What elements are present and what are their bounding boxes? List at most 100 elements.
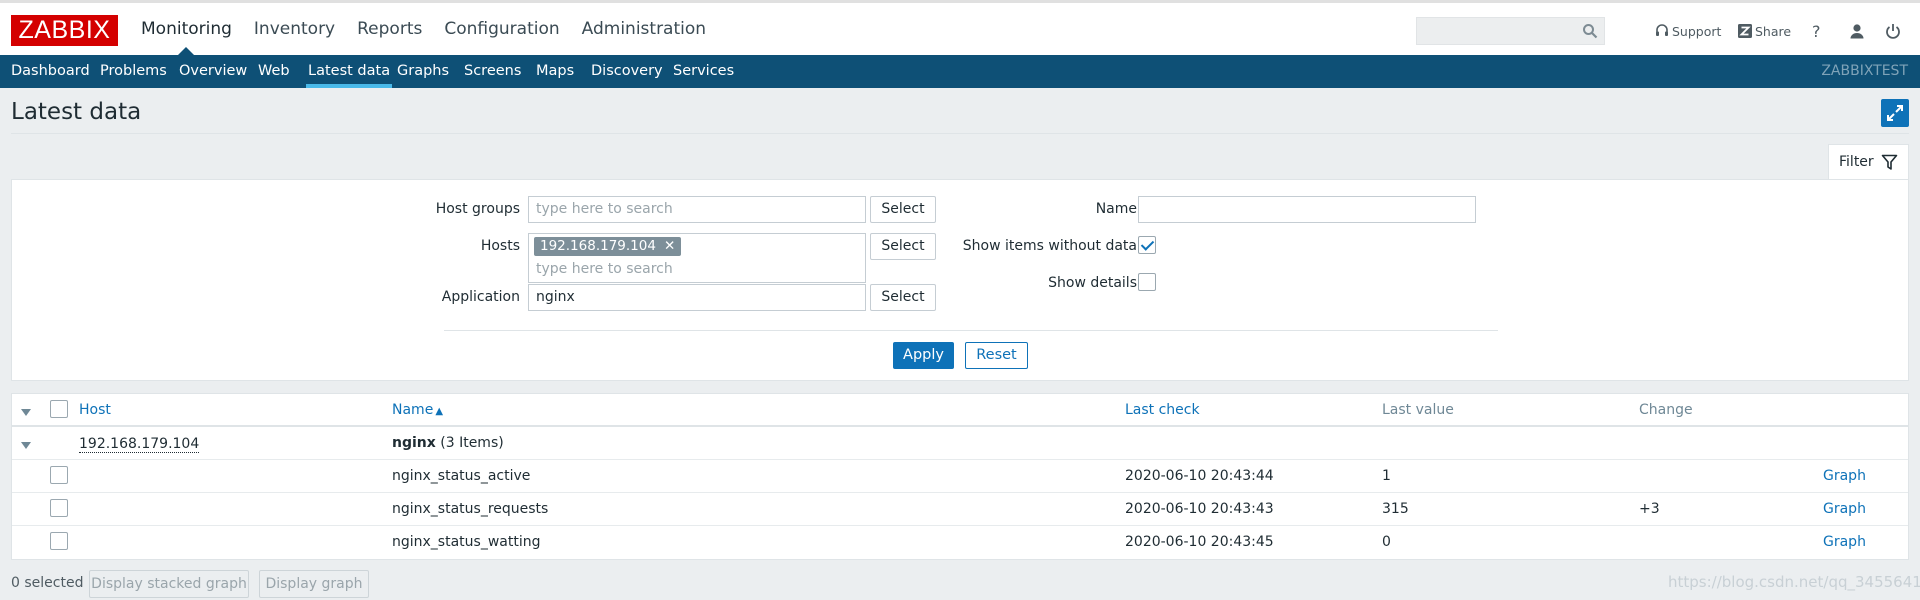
graph-link[interactable]: Graph xyxy=(1823,460,1866,493)
column-change: Change xyxy=(1639,402,1693,418)
row-checkbox[interactable] xyxy=(50,532,68,550)
table-row: nginx_status_watting 2020-06-10 20:43:45… xyxy=(12,526,1908,559)
apply-button[interactable]: Apply xyxy=(893,342,954,369)
graph-link[interactable]: Graph xyxy=(1823,526,1866,559)
collapse-group-icon[interactable] xyxy=(21,442,31,449)
application-item-count: (3 Items) xyxy=(440,435,504,451)
table-header: Host Name ▲ Last check Last value Change xyxy=(12,394,1908,427)
reset-button[interactable]: Reset xyxy=(965,342,1028,369)
host-tag: 192.168.179.104 ✕ xyxy=(534,237,682,256)
subnav-services[interactable]: Services xyxy=(673,55,734,88)
nav-reports[interactable]: Reports xyxy=(346,3,433,55)
zabbix-logo[interactable]: ZABBIX xyxy=(11,15,118,46)
subnav-problems[interactable]: Problems xyxy=(100,55,167,88)
host-groups-input[interactable]: type here to search xyxy=(528,196,866,223)
nav-monitoring[interactable]: Monitoring xyxy=(130,3,243,55)
host-groups-select-button[interactable]: Select xyxy=(870,196,936,223)
host-link[interactable]: 192.168.179.104 xyxy=(79,436,200,453)
server-name: ZABBIXTEST xyxy=(1821,63,1908,79)
show-items-without-data-checkbox[interactable] xyxy=(1138,236,1156,254)
host-groups-label: Host groups xyxy=(435,201,520,217)
row-checkbox[interactable] xyxy=(50,499,68,517)
application-select-button[interactable]: Select xyxy=(870,284,936,311)
nav-inventory[interactable]: Inventory xyxy=(243,3,346,55)
expand-icon xyxy=(1887,105,1903,121)
display-graph-button[interactable]: Display graph xyxy=(259,570,369,598)
column-last-value: Last value xyxy=(1382,402,1454,418)
signout-power-icon[interactable] xyxy=(1885,16,1901,46)
hosts-placeholder: type here to search xyxy=(536,261,673,277)
column-name-label: Name xyxy=(392,402,434,418)
column-name[interactable]: Name ▲ xyxy=(392,394,443,428)
column-host[interactable]: Host xyxy=(79,394,111,427)
name-label: Name xyxy=(1095,201,1137,217)
show-details-checkbox[interactable] xyxy=(1138,273,1156,291)
subnav-web[interactable]: Web xyxy=(258,55,290,88)
nav-administration[interactable]: Administration xyxy=(571,3,717,55)
table-row: nginx_status_requests 2020-06-10 20:43:4… xyxy=(12,493,1908,526)
select-all-checkbox[interactable] xyxy=(50,400,68,418)
name-input[interactable] xyxy=(1138,196,1476,223)
host-group-row: 192.168.179.104 nginx (3 Items) xyxy=(12,427,1908,460)
filter-tab-label: Filter xyxy=(1839,154,1874,170)
top-header: ZABBIX Monitoring Inventory Reports Conf… xyxy=(0,0,1920,55)
fullscreen-button[interactable] xyxy=(1881,99,1909,127)
main-nav: Monitoring Inventory Reports Configurati… xyxy=(130,3,717,55)
hosts-label: Hosts xyxy=(480,238,520,254)
table-row: nginx_status_active 2020-06-10 20:43:44 … xyxy=(12,460,1908,493)
watermark-text: https://blog.csdn.net/qq_34556414 xyxy=(1668,573,1920,591)
application-input[interactable]: nginx xyxy=(528,284,866,311)
filter-tab[interactable]: Filter xyxy=(1828,144,1909,180)
support-link[interactable]: Support xyxy=(1655,16,1721,46)
filter-divider xyxy=(444,330,1498,331)
subnav-screens[interactable]: Screens xyxy=(464,55,521,88)
item-last-value: 315 xyxy=(1382,501,1409,517)
nav-configuration[interactable]: Configuration xyxy=(433,3,570,55)
subnav-dashboard[interactable]: Dashboard xyxy=(11,55,90,88)
selected-count: 0 selected xyxy=(11,575,84,591)
subnav-discovery[interactable]: Discovery xyxy=(591,55,663,88)
filter-panel: Host groups type here to search Select H… xyxy=(11,179,1909,381)
display-stacked-graph-button[interactable]: Display stacked graph xyxy=(89,570,249,598)
remove-tag-icon[interactable]: ✕ xyxy=(664,238,675,254)
global-search-input[interactable] xyxy=(1416,17,1605,45)
item-last-value: 1 xyxy=(1382,468,1391,484)
latest-data-table: Host Name ▲ Last check Last value Change … xyxy=(11,393,1909,560)
graph-link[interactable]: Graph xyxy=(1823,493,1866,526)
subnav-overview[interactable]: Overview xyxy=(179,55,247,88)
item-last-check: 2020-06-10 20:43:45 xyxy=(1125,534,1274,550)
headset-icon xyxy=(1656,24,1668,36)
item-name: nginx_status_requests xyxy=(392,501,549,517)
sort-asc-icon: ▲ xyxy=(435,406,444,417)
subnav-graphs[interactable]: Graphs xyxy=(397,55,449,88)
share-label: Share xyxy=(1755,23,1792,39)
application-group: nginx (3 Items) xyxy=(392,427,504,460)
sub-nav: Dashboard Problems Overview Web Latest d… xyxy=(0,55,1920,88)
row-checkbox[interactable] xyxy=(50,466,68,484)
user-profile-icon[interactable] xyxy=(1849,16,1865,46)
host-tag-label: 192.168.179.104 xyxy=(540,238,656,254)
host-groups-placeholder: type here to search xyxy=(536,201,673,217)
item-last-value: 0 xyxy=(1382,534,1391,550)
support-label: Support xyxy=(1672,23,1722,39)
item-name: nginx_status_active xyxy=(392,468,531,484)
subnav-maps[interactable]: Maps xyxy=(536,55,574,88)
share-z-icon xyxy=(1738,24,1752,38)
collapse-all-icon[interactable] xyxy=(21,409,31,416)
show-items-without-data-label: Show items without data xyxy=(962,238,1137,254)
hosts-select-button[interactable]: Select xyxy=(870,233,936,260)
application-name: nginx xyxy=(392,435,436,451)
search-icon[interactable] xyxy=(1582,23,1598,39)
item-name: nginx_status_watting xyxy=(392,534,541,550)
subnav-latest-data[interactable]: Latest data xyxy=(305,55,393,88)
column-last-check[interactable]: Last check xyxy=(1125,394,1200,427)
help-icon[interactable]: ? xyxy=(1812,16,1821,46)
hosts-input[interactable]: 192.168.179.104 ✕ type here to search xyxy=(528,233,866,283)
item-last-check: 2020-06-10 20:43:44 xyxy=(1125,468,1274,484)
show-details-label: Show details xyxy=(1048,275,1137,291)
funnel-icon xyxy=(1881,154,1898,170)
title-divider xyxy=(11,133,1909,134)
application-label: Application xyxy=(441,289,520,305)
share-link[interactable]: Share xyxy=(1738,16,1791,46)
page-title: Latest data xyxy=(11,99,142,125)
